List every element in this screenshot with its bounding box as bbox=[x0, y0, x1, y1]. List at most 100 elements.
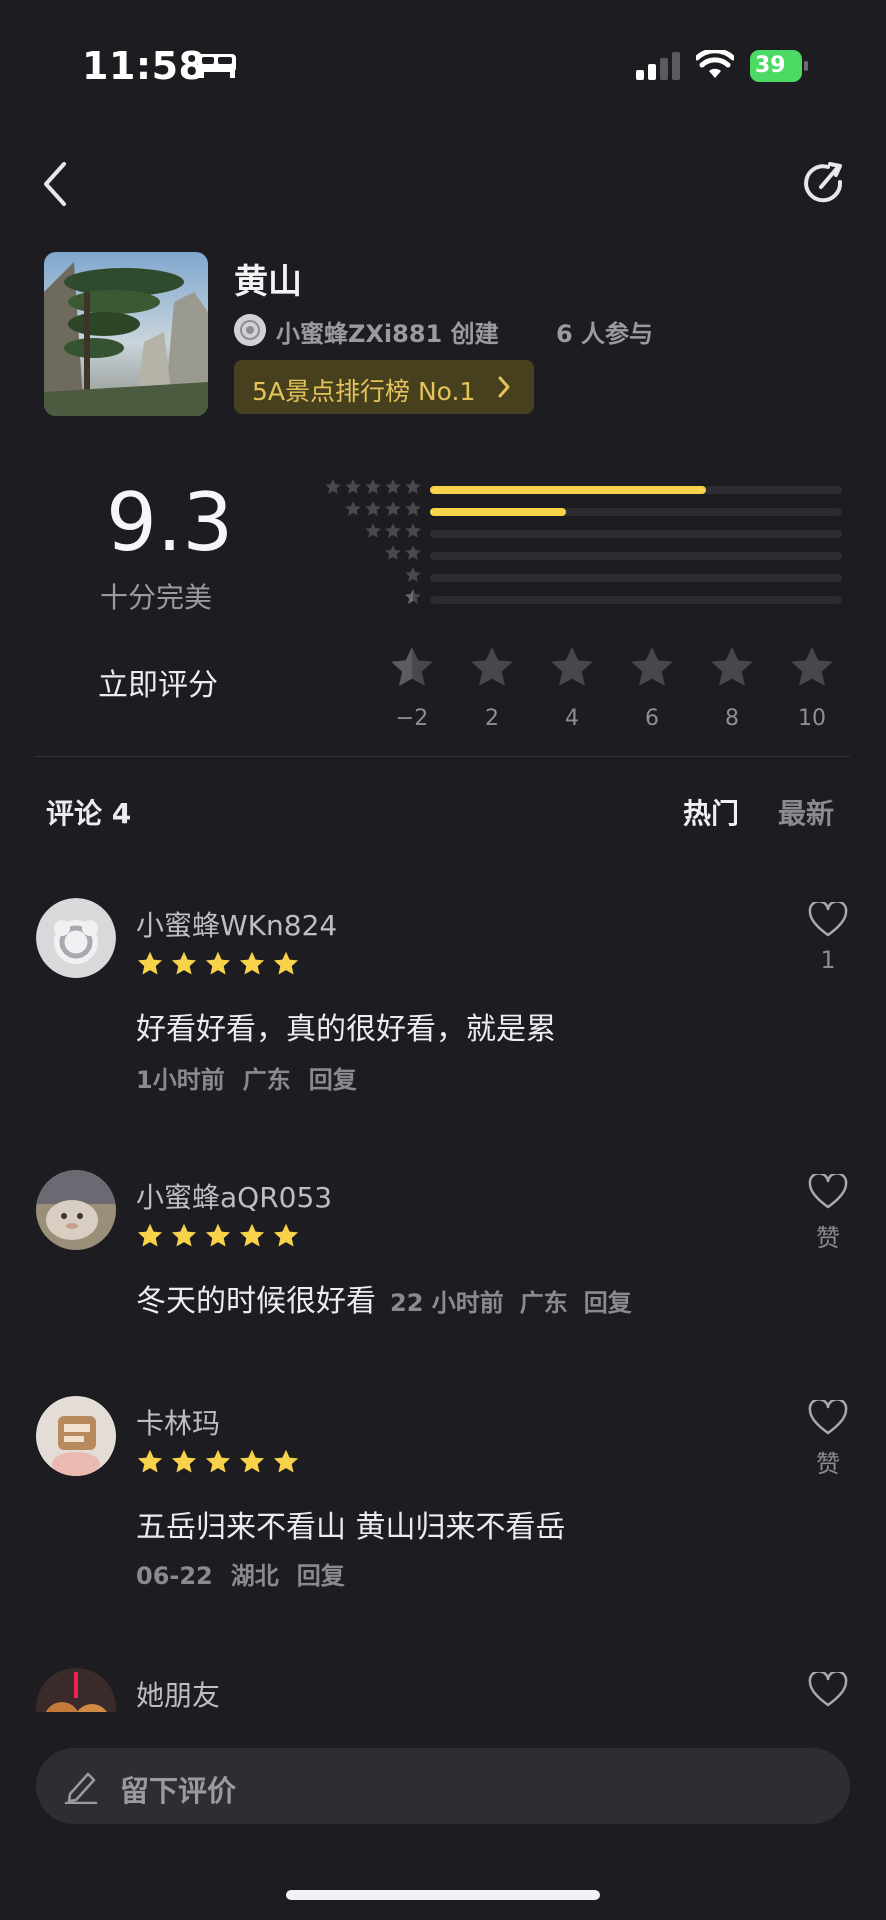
rating-row bbox=[312, 588, 842, 608]
like-count: 赞 bbox=[816, 1224, 840, 1252]
sort-newest-tab[interactable]: 最新 bbox=[778, 792, 834, 832]
wifi-icon bbox=[696, 50, 734, 78]
rating-row-star-icon bbox=[365, 501, 381, 516]
like-count: 赞 bbox=[816, 1450, 840, 1478]
star-filled-icon bbox=[137, 1449, 163, 1473]
rate-value-label: 4 bbox=[565, 706, 579, 731]
rating-row-star-icon bbox=[405, 567, 421, 582]
rate-star-6-icon[interactable] bbox=[788, 644, 836, 692]
average-score: 9.3 bbox=[106, 476, 234, 569]
comment-stars bbox=[136, 1448, 300, 1476]
avatar[interactable] bbox=[36, 1170, 116, 1250]
battery-icon: 39 bbox=[750, 50, 808, 82]
star-filled-icon bbox=[273, 1449, 299, 1473]
rating-row bbox=[312, 544, 842, 564]
pencil-icon bbox=[64, 1772, 98, 1804]
rating-row-track bbox=[430, 596, 842, 604]
rate-now-label: 立即评分 bbox=[98, 668, 218, 703]
rating-row-star-icon bbox=[405, 479, 421, 494]
reply-button[interactable]: 回复 bbox=[309, 1066, 357, 1094]
rate-star-2-icon[interactable] bbox=[468, 644, 516, 692]
like-heart-icon[interactable] bbox=[808, 902, 848, 938]
rating-row-star-icon bbox=[365, 523, 381, 538]
rating-row bbox=[312, 478, 842, 498]
star-filled-icon bbox=[137, 951, 163, 975]
rating-row-stars bbox=[384, 544, 422, 564]
reply-button[interactable]: 回复 bbox=[297, 1562, 345, 1590]
rating-row-star-icon bbox=[325, 479, 341, 494]
rating-row bbox=[312, 522, 842, 542]
like-heart-icon[interactable] bbox=[808, 1400, 848, 1436]
rating-row bbox=[312, 500, 842, 520]
star-filled-icon bbox=[239, 951, 265, 975]
rating-row-star-icon bbox=[405, 589, 421, 604]
creator-avatar[interactable] bbox=[234, 314, 266, 346]
comment-stars bbox=[136, 950, 300, 978]
star-filled-icon bbox=[239, 1449, 265, 1473]
comment-time: 22 小时前 bbox=[390, 1289, 504, 1317]
status-time: 11:58 bbox=[82, 44, 206, 88]
rating-row-stars bbox=[324, 478, 422, 498]
star-filled-icon bbox=[205, 951, 231, 975]
like-heart-icon[interactable] bbox=[808, 1174, 848, 1210]
sleep-focus-icon bbox=[198, 54, 236, 78]
place-title: 黄山 bbox=[234, 262, 302, 302]
comment-region: 广东 bbox=[242, 1066, 291, 1094]
comment-username[interactable]: 卡林玛 bbox=[136, 1402, 220, 1442]
avatar[interactable] bbox=[36, 898, 116, 978]
rating-row-star-icon bbox=[385, 501, 401, 516]
rank-badge[interactable]: 5A景点排行榜 No.1 bbox=[234, 360, 534, 414]
comment-username[interactable]: 小蜜蜂WKn824 bbox=[136, 904, 337, 944]
rate-value-label: 2 bbox=[485, 706, 499, 731]
chevron-right-icon bbox=[498, 376, 510, 398]
rate-star-5-icon[interactable] bbox=[708, 644, 756, 692]
score-label: 十分完美 bbox=[100, 581, 213, 614]
rank-badge-label: 5A景点排行榜 No.1 bbox=[252, 377, 476, 406]
comment-meta: 06-22 湖北 回复 bbox=[136, 1556, 363, 1591]
sort-hot-tab[interactable]: 热门 bbox=[683, 792, 739, 832]
rating-row-star-icon bbox=[405, 523, 421, 538]
battery-level: 39 bbox=[755, 53, 786, 78]
rate-star-1-icon[interactable] bbox=[388, 644, 436, 692]
home-indicator[interactable] bbox=[286, 1890, 600, 1900]
rating-row-star-icon bbox=[345, 479, 361, 494]
comment-text: 五岳归来不看山 黄山归来不看岳 bbox=[136, 1510, 566, 1545]
comment-time: 1小时前 bbox=[136, 1066, 225, 1094]
rating-row-fill bbox=[430, 508, 566, 516]
avatar[interactable] bbox=[36, 1396, 116, 1476]
comment-username[interactable]: 她朋友 bbox=[136, 1674, 220, 1714]
rating-row-star-icon bbox=[365, 479, 381, 494]
write-review-placeholder: 留下评价 bbox=[120, 1774, 237, 1808]
creator-label[interactable]: 小蜜蜂ZXi881 创建 bbox=[276, 314, 499, 349]
place-cover-image bbox=[44, 252, 208, 416]
participants-count: 6 人参与 bbox=[556, 320, 654, 348]
star-filled-icon bbox=[137, 1223, 163, 1247]
rate-star-4-icon[interactable] bbox=[628, 644, 676, 692]
like-heart-icon[interactable] bbox=[808, 1672, 848, 1708]
comment-region: 广东 bbox=[519, 1289, 568, 1317]
comment-text: 冬天的时候很好看 22 小时前 广东 回复 bbox=[136, 1276, 648, 1320]
star-filled-icon bbox=[205, 1449, 231, 1473]
reply-button[interactable]: 回复 bbox=[584, 1289, 632, 1317]
share-button[interactable] bbox=[800, 160, 846, 206]
rating-row-star-icon bbox=[385, 479, 401, 494]
write-review-input[interactable]: 留下评价 bbox=[36, 1748, 850, 1824]
like-count: 1 bbox=[820, 946, 836, 974]
rate-star-3-icon[interactable] bbox=[548, 644, 596, 692]
rating-row-stars bbox=[404, 566, 422, 586]
cellular-signal-icon bbox=[636, 52, 680, 80]
rating-row-star-icon bbox=[385, 545, 401, 560]
star-filled-icon bbox=[171, 951, 197, 975]
back-button[interactable] bbox=[36, 158, 76, 210]
comment-text: 好看好看，真的很好看，就是累 bbox=[136, 1012, 556, 1047]
comment-username[interactable]: 小蜜蜂aQR053 bbox=[136, 1176, 332, 1216]
rate-value-label: 6 bbox=[645, 706, 659, 731]
rating-row-stars bbox=[364, 522, 422, 542]
comment-meta: 1小时前 广东 回复 bbox=[136, 1060, 375, 1095]
rating-row-star-icon bbox=[405, 545, 421, 560]
rate-value-label: 8 bbox=[725, 706, 739, 731]
comment-text-content: 冬天的时候很好看 bbox=[136, 1284, 376, 1319]
rating-row-track bbox=[430, 552, 842, 560]
rating-row bbox=[312, 566, 842, 586]
star-filled-icon bbox=[171, 1223, 197, 1247]
